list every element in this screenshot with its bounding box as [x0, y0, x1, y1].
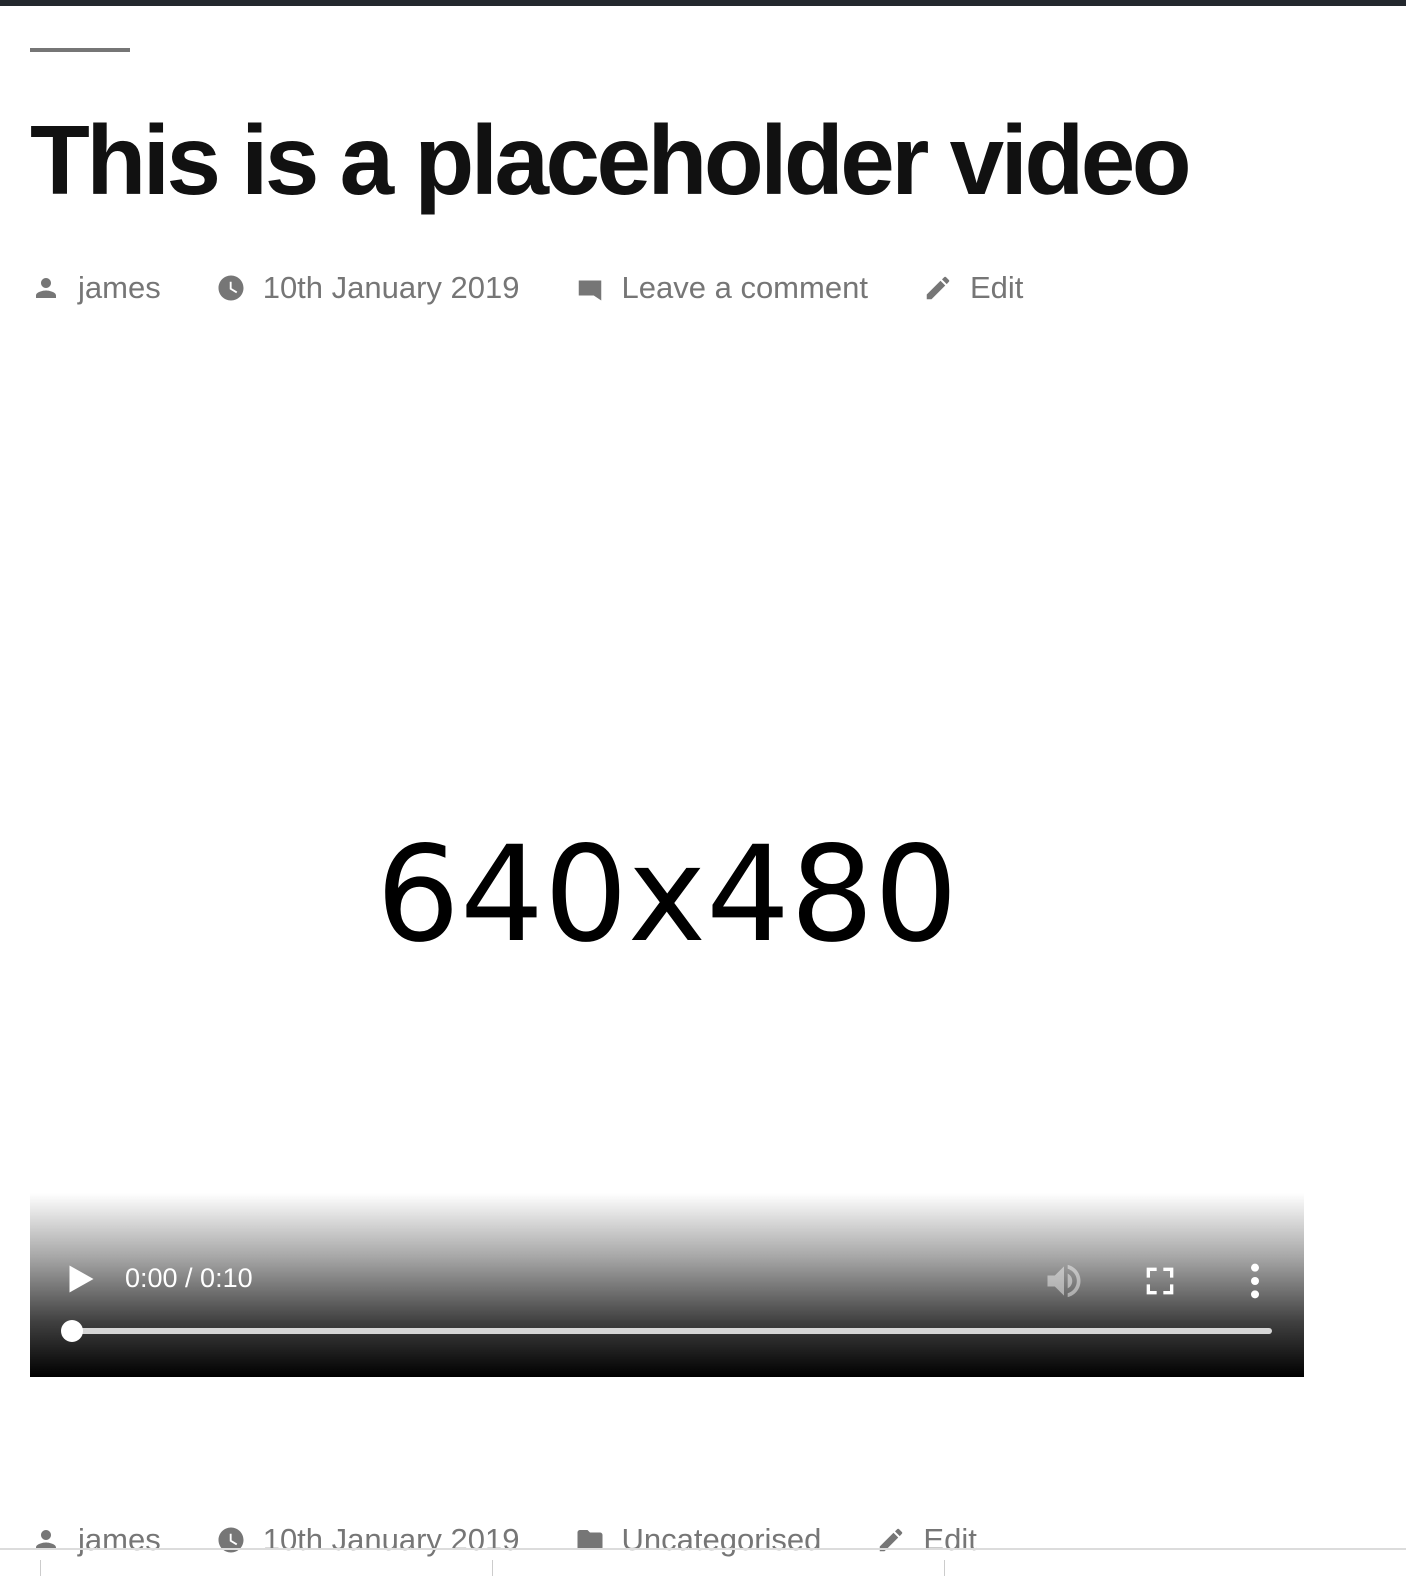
- more-vertical-icon: [1251, 1263, 1259, 1299]
- comments-label: Leave a comment: [621, 270, 868, 305]
- play-icon: [69, 1265, 94, 1293]
- video-controls: 0:00 / 0:10: [30, 1193, 1304, 1377]
- author-name: james: [78, 270, 161, 305]
- category-link[interactable]: Uncategorised: [574, 1522, 822, 1558]
- footer-divider: [0, 1548, 1406, 1550]
- fullscreen-button[interactable]: [1140, 1261, 1180, 1301]
- column-divider: [492, 1560, 493, 1576]
- play-button[interactable]: [62, 1261, 98, 1297]
- edit-label-footer: Edit: [923, 1522, 977, 1557]
- edit-label: Edit: [969, 270, 1024, 305]
- video-player[interactable]: 640x480 0:00 / 0:10: [30, 340, 1304, 1377]
- comment-bubble-icon: [574, 272, 606, 304]
- pencil-icon: [875, 1524, 907, 1556]
- title-separator: [30, 48, 130, 52]
- person-icon: [30, 1524, 62, 1556]
- fullscreen-icon: [1146, 1267, 1174, 1295]
- post-meta-bottom: james 10th January 2019 Uncategorised Ed…: [30, 1518, 1031, 1562]
- seek-thumb[interactable]: [61, 1320, 83, 1342]
- date-link-footer[interactable]: 10th January 2019: [215, 1522, 520, 1558]
- post-date: 10th January 2019: [262, 270, 520, 305]
- time-display: 0:00 / 0:10: [125, 1263, 253, 1293]
- post-meta-top: james 10th January 2019 Leave a comment …: [30, 266, 1077, 310]
- comments-link[interactable]: Leave a comment: [574, 270, 868, 306]
- seek-bar[interactable]: [61, 1320, 1272, 1342]
- pencil-icon: [922, 272, 954, 304]
- author-link[interactable]: james: [30, 270, 161, 306]
- column-divider: [944, 1560, 945, 1576]
- mute-button[interactable]: [1042, 1259, 1086, 1303]
- date-link[interactable]: 10th January 2019: [215, 270, 520, 306]
- post-date-footer: 10th January 2019: [262, 1522, 520, 1557]
- category-label: Uncategorised: [621, 1522, 822, 1557]
- post-title: This is a placeholder video: [30, 105, 1192, 215]
- person-icon: [30, 272, 62, 304]
- edit-link-footer[interactable]: Edit: [875, 1522, 977, 1558]
- more-options-button[interactable]: [1240, 1261, 1270, 1301]
- clock-icon: [215, 1524, 247, 1556]
- column-divider: [40, 1560, 41, 1576]
- edit-link[interactable]: Edit: [922, 270, 1023, 306]
- author-link-footer[interactable]: james: [30, 1522, 161, 1558]
- top-admin-bar: [0, 0, 1406, 6]
- folder-icon: [574, 1524, 606, 1556]
- clock-icon: [215, 272, 247, 304]
- video-frame-placeholder-text: 640x480: [375, 818, 958, 972]
- author-name-footer: james: [78, 1522, 161, 1557]
- volume-icon: [1047, 1264, 1081, 1298]
